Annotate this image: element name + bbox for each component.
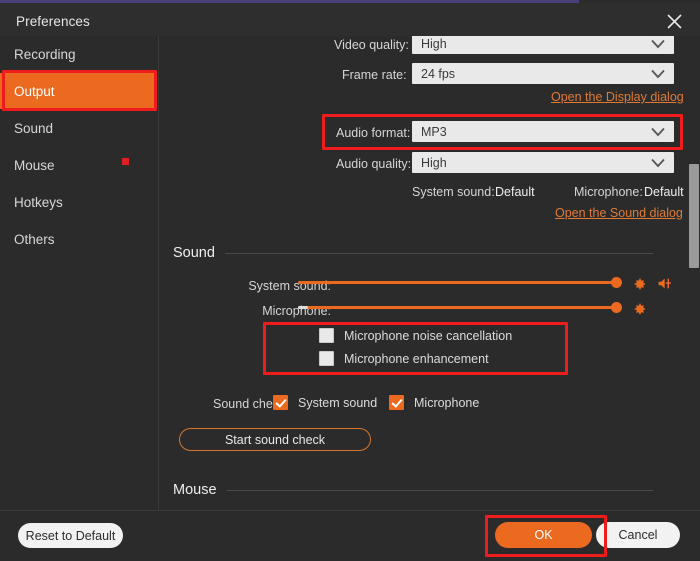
checkbox-label: Microphone xyxy=(414,396,479,410)
checkbox-row-microphone-enhancement[interactable]: Microphone enhancement xyxy=(319,351,489,366)
ok-label: OK xyxy=(534,528,552,542)
gear-icon[interactable] xyxy=(631,301,647,317)
sidebar-item-label: Recording xyxy=(14,47,76,62)
slider-knob[interactable] xyxy=(611,302,622,313)
start-sound-check-label: Start sound check xyxy=(225,433,325,447)
sidebar-item-label: Output xyxy=(14,84,55,99)
sidebar-item-recording[interactable]: Recording xyxy=(0,36,157,72)
speaker-mute-icon[interactable] xyxy=(656,275,674,292)
audio-quality-select[interactable]: High xyxy=(412,152,674,173)
sidebar-item-label: Hotkeys xyxy=(14,195,63,210)
title-bar: Preferences xyxy=(0,3,700,36)
system-sound-device-value: Default xyxy=(495,185,535,199)
frame-rate-select[interactable]: 24 fps xyxy=(412,63,674,84)
reset-to-default-button[interactable]: Reset to Default xyxy=(18,523,123,548)
sound-section-title: Sound xyxy=(173,245,225,261)
sidebar-item-others[interactable]: Others xyxy=(0,221,157,257)
frame-rate-label: Frame rate: xyxy=(342,68,401,82)
ok-button[interactable]: OK xyxy=(495,522,592,548)
sidebar-item-label: Sound xyxy=(14,121,53,136)
sidebar-item-label: Others xyxy=(14,232,55,247)
cancel-label: Cancel xyxy=(619,528,658,542)
page-title: Preferences xyxy=(16,14,90,29)
checkbox-noise-cancellation[interactable] xyxy=(319,328,334,343)
slider-track-cap xyxy=(298,306,308,309)
sidebar-item-mouse[interactable]: Mouse xyxy=(0,147,157,183)
section-divider xyxy=(227,490,653,491)
checkbox-label: Microphone enhancement xyxy=(344,352,489,366)
open-sound-dialog-link[interactable]: Open the Sound dialog xyxy=(555,206,683,220)
audio-quality-value: High xyxy=(421,156,447,170)
checkbox-label: System sound xyxy=(298,396,377,410)
checkbox-sound-check-microphone[interactable] xyxy=(389,395,404,410)
video-quality-select[interactable]: High xyxy=(412,36,674,54)
preferences-dialog: Preferences Recording Output Sound Mouse… xyxy=(0,0,700,561)
content-scrollbar-thumb[interactable] xyxy=(689,164,699,268)
open-display-dialog-link[interactable]: Open the Display dialog xyxy=(551,90,684,104)
sidebar-item-sound[interactable]: Sound xyxy=(0,110,157,146)
checkbox-microphone-enhancement[interactable] xyxy=(319,351,334,366)
mouse-section-header: Mouse xyxy=(173,482,653,498)
audio-format-select[interactable]: MP3 xyxy=(412,121,674,142)
checkbox-sound-check-system-sound[interactable] xyxy=(273,395,288,410)
section-divider xyxy=(225,253,653,254)
audio-format-value: MP3 xyxy=(421,125,447,139)
sidebar-mouse-badge-dot xyxy=(122,158,129,165)
reset-to-default-label: Reset to Default xyxy=(26,529,116,543)
mouse-section-title: Mouse xyxy=(173,482,227,498)
audio-quality-label: Audio quality: xyxy=(336,157,401,171)
slider-knob[interactable] xyxy=(611,277,622,288)
gear-icon[interactable] xyxy=(631,276,647,292)
chevron-down-icon xyxy=(651,39,665,48)
checkbox-row-sound-check-system[interactable]: System sound xyxy=(273,395,377,410)
system-sound-slider[interactable] xyxy=(298,276,628,290)
sidebar: Recording Output Sound Mouse Hotkeys Oth… xyxy=(0,36,159,510)
microphone-slider[interactable] xyxy=(298,301,628,315)
frame-rate-value: 24 fps xyxy=(421,67,455,81)
cancel-button[interactable]: Cancel xyxy=(596,522,680,548)
sidebar-item-output[interactable]: Output xyxy=(0,73,157,109)
system-sound-device-label: System sound: xyxy=(412,185,495,199)
sidebar-item-label: Mouse xyxy=(14,158,55,173)
checkbox-row-noise-cancellation[interactable]: Microphone noise cancellation xyxy=(319,328,512,343)
chevron-down-icon xyxy=(651,127,665,136)
start-sound-check-button[interactable]: Start sound check xyxy=(179,428,371,451)
close-button[interactable] xyxy=(658,7,690,35)
video-quality-value: High xyxy=(421,37,447,51)
settings-content-panel: Video quality: High Frame rate: 24 fps O… xyxy=(159,36,700,510)
sound-section-header: Sound xyxy=(173,245,653,261)
chevron-down-icon xyxy=(651,69,665,78)
slider-track xyxy=(298,306,618,309)
content-scrollbar-track[interactable] xyxy=(688,36,700,510)
chevron-down-icon xyxy=(651,158,665,167)
checkbox-row-sound-check-microphone[interactable]: Microphone xyxy=(389,395,479,410)
video-quality-label: Video quality: xyxy=(334,38,401,52)
sidebar-item-hotkeys[interactable]: Hotkeys xyxy=(0,184,157,220)
checkbox-label: Microphone noise cancellation xyxy=(344,329,512,343)
slider-track xyxy=(298,281,618,284)
dialog-footer: Reset to Default OK Cancel xyxy=(0,511,700,561)
audio-format-label: Audio format: xyxy=(336,126,401,140)
close-icon xyxy=(666,13,683,30)
microphone-device-value: Default xyxy=(644,185,684,199)
microphone-device-label: Microphone: xyxy=(574,185,643,199)
